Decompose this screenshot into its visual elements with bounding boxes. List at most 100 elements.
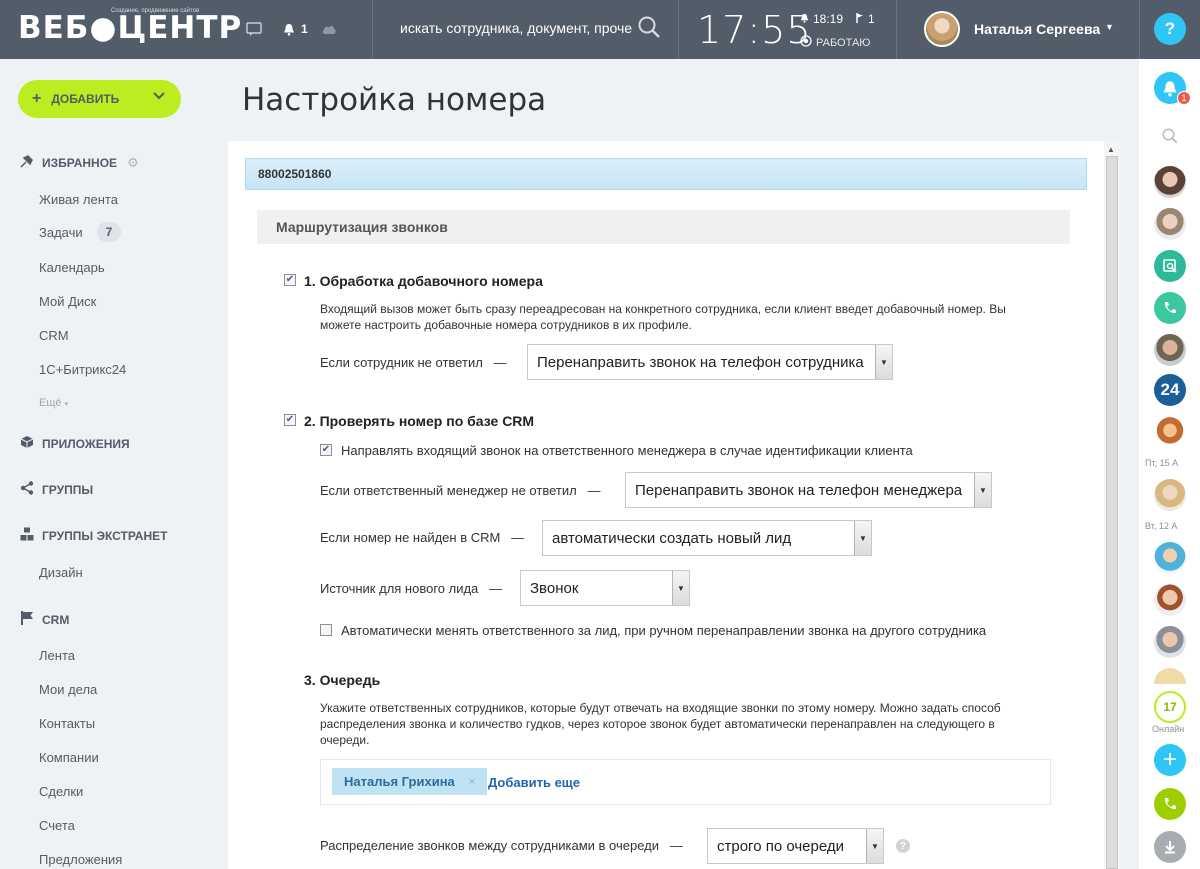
- apps-section[interactable]: ПРИЛОЖЕНИЯ: [20, 435, 130, 452]
- page-title: Настройка номера: [242, 82, 547, 118]
- gear-icon[interactable]: ⚙: [127, 155, 139, 171]
- cloud-icon[interactable]: [321, 19, 337, 39]
- add-icon[interactable]: +: [1154, 744, 1186, 776]
- sidebar-item-calendar[interactable]: Календарь: [39, 260, 105, 275]
- chat-icon[interactable]: [246, 19, 262, 39]
- queue-member-name: Наталья Грихина: [344, 774, 455, 789]
- chevron-down-icon[interactable]: ▼: [1105, 22, 1114, 32]
- lead-source-value: Звонок: [530, 579, 579, 597]
- sidebar-item-label: Дизайн: [39, 565, 83, 580]
- dropdown-arrow-icon: ▼: [974, 473, 991, 507]
- section2-checkbox[interactable]: ✔: [284, 414, 296, 426]
- plus-icon: +: [32, 90, 42, 107]
- redirect-manager-label: Направлять входящий звонок на ответствен…: [341, 443, 913, 458]
- section1-description: Входящий вызов может быть сразу переадре…: [320, 302, 1006, 332]
- sidebar-item-feed[interactable]: Живая лента: [39, 192, 118, 207]
- search-icon[interactable]: [1154, 120, 1186, 152]
- no-answer-label-text: Если сотрудник не ответил: [320, 355, 483, 370]
- bell-icon[interactable]: 1: [283, 19, 308, 39]
- contact-avatar[interactable]: [1154, 542, 1186, 574]
- b24-icon[interactable]: 24: [1154, 374, 1186, 406]
- tasks-badge: 7: [96, 222, 122, 242]
- contact-avatar[interactable]: [1154, 166, 1186, 198]
- manager-no-answer-select[interactable]: Перенаправить звонок на телефон менеджер…: [625, 472, 992, 508]
- sidebar-item-design[interactable]: Дизайн: [39, 565, 83, 580]
- routing-section-title: Маршрутизация звонков: [257, 210, 1070, 244]
- search-icon[interactable]: [637, 16, 661, 38]
- search-input[interactable]: искать сотрудника, документ, проче: [400, 20, 632, 36]
- open-channels-icon[interactable]: [1154, 250, 1186, 282]
- crm-section[interactable]: CRM: [20, 611, 69, 628]
- favorites-section[interactable]: ИЗБРАННОЕ ⚙: [20, 154, 139, 171]
- chevron-down-icon: ▾: [64, 401, 69, 408]
- close-icon[interactable]: ×: [469, 776, 475, 788]
- sidebar-item-label: CRM: [39, 328, 69, 343]
- sidebar-item-1c[interactable]: 1С+Битрикс24: [39, 362, 126, 377]
- sidebar-item-quotes[interactable]: Предложения: [39, 852, 122, 867]
- small-bell-icon: [800, 12, 809, 26]
- redirect-manager-checkbox[interactable]: ✔: [320, 444, 332, 456]
- sidebar-item-crm-feed[interactable]: Лента: [39, 648, 75, 663]
- scrollbar-thumb[interactable]: [1106, 156, 1118, 869]
- dash: —: [511, 530, 525, 545]
- section1-title: 1. Обработка добавочного номера: [304, 273, 543, 289]
- sidebar-item-deals[interactable]: Сделки: [39, 784, 83, 799]
- work-status[interactable]: РАБОТАЮ: [800, 35, 870, 50]
- sidebar-item-tasks[interactable]: Задачи 7: [39, 222, 122, 242]
- bell-icon: [1163, 80, 1177, 96]
- auto-change-checkbox[interactable]: [320, 624, 332, 636]
- sidebar-item-invoices[interactable]: Счета: [39, 818, 75, 833]
- phone-icon[interactable]: [1154, 788, 1186, 820]
- sidebar-item-label: Сделки: [39, 784, 84, 799]
- help-button[interactable]: ?: [1154, 13, 1186, 45]
- online-counter[interactable]: 17: [1154, 691, 1186, 723]
- contact-avatar[interactable]: [1154, 584, 1186, 616]
- scroll-up-icon[interactable]: ▲: [1107, 145, 1115, 154]
- no-answer-select[interactable]: Перенаправить звонок на телефон сотрудни…: [527, 344, 893, 380]
- distribution-value: строго по очереди: [717, 837, 844, 855]
- manager-no-answer-value: Перенаправить звонок на телефон менеджер…: [635, 481, 963, 499]
- help-icon[interactable]: ?: [896, 839, 910, 853]
- dash: —: [669, 838, 683, 853]
- groups-section[interactable]: ГРУППЫ: [20, 481, 93, 498]
- contact-avatar[interactable]: [1154, 334, 1186, 366]
- contact-avatar[interactable]: [1154, 416, 1186, 448]
- contact-avatar[interactable]: [1154, 626, 1186, 658]
- queue-member-tag[interactable]: Наталья Грихина ×: [332, 768, 488, 795]
- date-label: Пт, 15 А: [1145, 458, 1179, 468]
- contact-avatar[interactable]: [1154, 479, 1186, 511]
- lead-source-select[interactable]: Звонок ▼: [520, 570, 690, 606]
- manager-no-answer-text: Если ответственный менеджер не ответил: [320, 483, 577, 498]
- distribution-select[interactable]: строго по очереди ▼: [707, 828, 884, 864]
- check-icon: ✔: [285, 274, 295, 285]
- sidebar-item-contacts[interactable]: Контакты: [39, 716, 95, 731]
- user-avatar[interactable]: [924, 11, 960, 47]
- no-answer-label: Если сотрудник не ответил —: [320, 355, 507, 370]
- more-link[interactable]: Ещё ▾: [39, 397, 68, 409]
- download-icon[interactable]: [1154, 831, 1186, 863]
- extranet-title: ГРУППЫ ЭКСТРАНЕТ: [42, 528, 168, 543]
- telephony-icon[interactable]: [1154, 292, 1186, 324]
- dropdown-arrow-icon: ▼: [875, 345, 892, 379]
- extranet-section[interactable]: ГРУППЫ ЭКСТРАНЕТ: [20, 527, 167, 544]
- sidebar-item-crm[interactable]: CRM: [39, 328, 69, 343]
- add-button[interactable]: + ДОБАВИТЬ: [18, 80, 181, 118]
- flag-icon: [856, 12, 864, 26]
- sidebar-item-my-activities[interactable]: Мои дела: [39, 682, 97, 697]
- dash: —: [489, 581, 503, 596]
- sidebar-item-companies[interactable]: Компании: [39, 750, 99, 765]
- section1-checkbox[interactable]: ✔: [284, 274, 296, 286]
- dash: —: [587, 483, 601, 498]
- online-label: Онлайн: [1152, 724, 1185, 734]
- flag-indicator: 1: [856, 12, 875, 26]
- pin-icon: [20, 154, 34, 171]
- sidebar-item-disk[interactable]: Мой Диск: [39, 294, 96, 309]
- user-name[interactable]: Наталья Сергеева: [974, 21, 1100, 37]
- blocks-icon: [20, 527, 34, 544]
- logo[interactable]: ВЕБ●ЦЕНТР Создание, продвижение сайтов: [18, 8, 241, 50]
- not-found-select[interactable]: автоматически создать новый лид ▼: [542, 520, 872, 556]
- add-more-link[interactable]: Добавить еще: [488, 775, 580, 790]
- contact-avatar[interactable]: [1154, 208, 1186, 240]
- sidebar-item-label: Мои дела: [39, 682, 98, 697]
- phone-number-header: 88002501860: [245, 158, 1087, 190]
